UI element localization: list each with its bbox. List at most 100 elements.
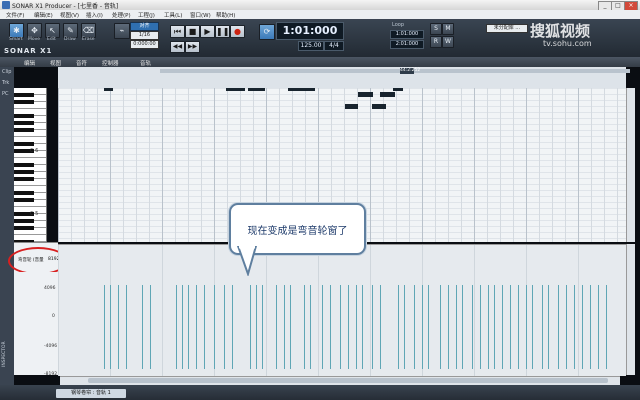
pitch-wheel-event[interactable] [582,285,583,369]
pitch-wheel-event[interactable] [214,285,215,369]
erase-tool-button[interactable]: ⌫ [81,23,96,38]
pitch-wheel-event[interactable] [448,285,449,369]
draw-tool-button[interactable]: ✎ [63,23,78,38]
black-key[interactable] [14,219,34,223]
black-key[interactable] [14,121,34,125]
mix-button-w[interactable]: W [442,36,454,48]
smart-tool-button[interactable]: ✱ [9,23,24,38]
piano-roll-tab[interactable]: 钢琴卷帘 : 音轨 1 [56,389,126,398]
pitch-wheel-event[interactable] [422,285,423,369]
mix-preset-field[interactable]: 未分配库 … [486,24,528,33]
menu-process[interactable]: 处理(P) [112,11,131,19]
loop-end-field[interactable]: 2:01:000 [390,40,424,49]
pause-button[interactable]: ❚❚ [215,25,230,38]
pitch-wheel-event[interactable] [526,285,527,369]
pitch-wheel-event[interactable] [196,285,197,369]
pitch-wheel-event[interactable] [126,285,127,369]
pitch-wheel-event[interactable] [398,285,399,369]
snap-value-field[interactable]: 1/16 [130,31,159,40]
pitch-wheel-event[interactable] [284,285,285,369]
black-key[interactable] [14,198,34,202]
black-key[interactable] [14,128,34,132]
pitch-wheel-event[interactable] [456,285,457,369]
midi-note[interactable] [226,88,245,91]
pitch-wheel-event[interactable] [372,285,373,369]
black-key[interactable] [14,177,34,181]
pitch-wheel-event[interactable] [532,285,533,369]
pitch-wheel-event[interactable] [518,285,519,369]
pitch-wheel-event[interactable] [488,285,489,369]
mix-button-r[interactable]: R [430,36,442,48]
menu-help[interactable]: 帮助(H) [216,11,235,19]
controller-scrollbar[interactable] [626,244,635,375]
horizontal-scrollbar[interactable] [60,376,620,385]
forward-small-button[interactable]: ▶▶ [185,41,200,53]
pitch-wheel-event[interactable] [232,285,233,369]
pitch-wheel-event[interactable] [404,285,405,369]
pitch-wheel-event[interactable] [304,285,305,369]
pitch-wheel-event[interactable] [182,285,183,369]
midi-note[interactable] [288,88,315,91]
black-key[interactable] [14,142,34,146]
menu-tools[interactable]: 工具(L) [164,11,182,19]
meter-display[interactable]: 4/4 [324,41,344,51]
scroll-thumb[interactable] [88,378,608,383]
pitch-wheel-event[interactable] [494,285,495,369]
pitch-wheel-event[interactable] [462,285,463,369]
pitch-wheel-event[interactable] [150,285,151,369]
pitch-wheel-event[interactable] [188,285,189,369]
stop-button[interactable]: ■ [185,25,200,38]
pitch-wheel-event[interactable] [340,285,341,369]
menu-edit[interactable]: 编辑(E) [34,11,53,19]
midi-note[interactable] [358,92,373,97]
pitch-wheel-event[interactable] [566,285,567,369]
pitch-wheel-event[interactable] [176,285,177,369]
pitch-wheel-event[interactable] [104,285,105,369]
pitch-wheel-event[interactable] [348,285,349,369]
midi-note[interactable] [393,88,403,91]
editor-menu-edit[interactable]: 编辑 [24,59,35,67]
editor-menu-view[interactable]: 视图 [50,59,61,67]
pitch-wheel-event[interactable] [250,285,251,369]
midi-note[interactable] [372,104,386,109]
pitch-wheel-event[interactable] [414,285,415,369]
pitch-wheel-event[interactable] [558,285,559,369]
pitch-wheel-event[interactable] [330,285,331,369]
pitch-wheel-event[interactable] [472,285,473,369]
editor-menu-notes[interactable]: 音符 [76,59,87,67]
controller-pane[interactable] [58,244,626,376]
tempo-display[interactable]: 125.00 [298,41,324,51]
pitch-wheel-event[interactable] [356,285,357,369]
pitch-wheel-event[interactable] [110,285,111,369]
editor-menu-tracks[interactable]: 音轨 [140,59,151,67]
pitch-wheel-event[interactable] [142,285,143,369]
loop-toggle-button[interactable]: ⟳ [259,24,275,40]
piano-keyboard[interactable]: C 6 C 5 [14,88,47,242]
time-display[interactable]: 1:01:000 [276,22,344,40]
play-button[interactable]: ▶ [200,25,215,38]
pitch-wheel-event[interactable] [480,285,481,369]
pitch-wheel-event[interactable] [322,285,323,369]
menu-insert[interactable]: 插入(I) [86,11,103,19]
pitch-wheel-event[interactable] [276,285,277,369]
menu-project[interactable]: 工程(J) [138,11,155,19]
pitch-wheel-event[interactable] [548,285,549,369]
ruler-position-marker[interactable]: 44:2:252 [400,68,420,74]
pitch-wheel-event[interactable] [290,285,291,369]
black-key[interactable] [14,100,34,104]
pitch-wheel-event[interactable] [590,285,591,369]
pitch-wheel-event[interactable] [440,285,441,369]
snap-toggle-button[interactable]: ⌁ [114,23,130,39]
midi-note[interactable] [345,104,358,109]
mix-button-m[interactable]: M [442,23,454,35]
menu-window[interactable]: 窗口(W) [190,11,211,19]
pitch-wheel-event[interactable] [598,285,599,369]
pitch-wheel-event[interactable] [362,285,363,369]
midi-note[interactable] [104,88,113,91]
black-key[interactable] [14,170,34,174]
editor-menu-controllers[interactable]: 控制器 [102,59,119,67]
rewind-button[interactable]: ⏮ [170,25,185,38]
pitch-wheel-event[interactable] [262,285,263,369]
pitch-wheel-event[interactable] [428,285,429,369]
clip-pane-label[interactable]: Clip [2,69,11,75]
